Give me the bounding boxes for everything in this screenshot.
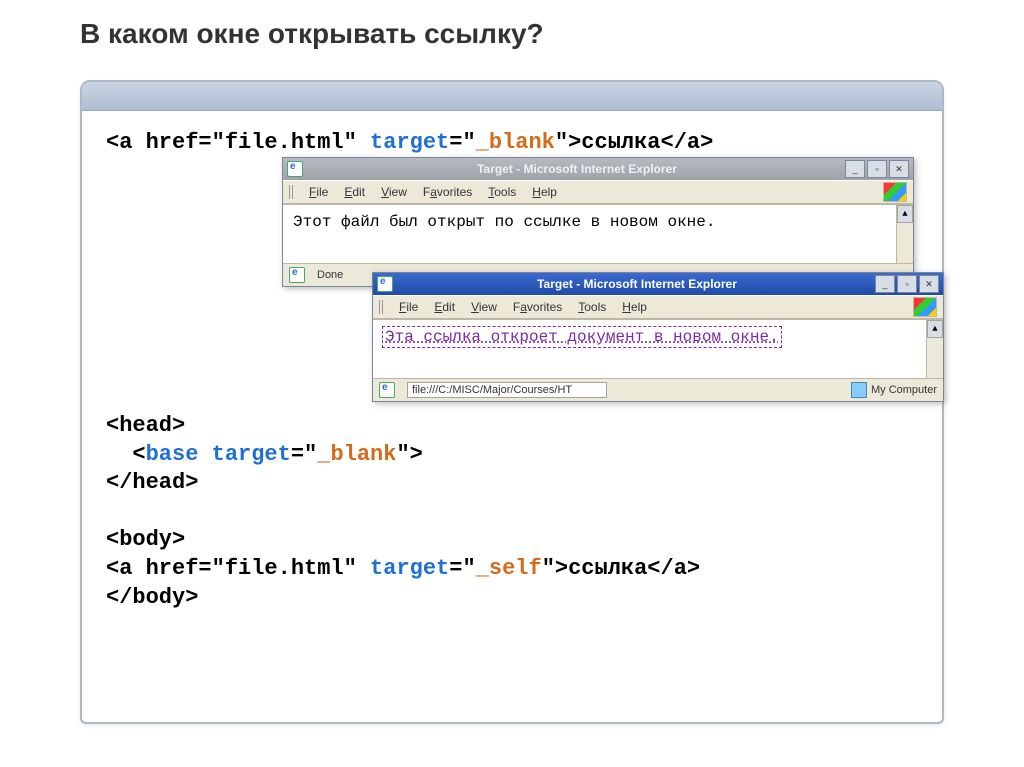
ie2-statusbar: file:///C:/MISC/Major/Courses/HT My Comp… — [373, 378, 943, 401]
close-button[interactable]: ✕ — [919, 275, 939, 293]
ie2-status-zone: My Computer — [871, 384, 937, 396]
scroll-up-icon[interactable]: ▲ — [897, 205, 913, 223]
ie-app-icon — [287, 161, 303, 177]
windows-logo-icon — [913, 297, 937, 317]
minimize-button[interactable]: _ — [845, 160, 865, 178]
ie1-menubar: File Edit View Favorites Tools Help — [283, 180, 913, 204]
ie1-content: Этот файл был открыт по ссылке в новом о… — [283, 204, 913, 263]
toolbar-grip-icon — [379, 300, 385, 314]
ie1-body-text: Этот файл был открыт по ссылке в новом о… — [293, 213, 715, 231]
menu-edit[interactable]: Edit — [428, 300, 461, 314]
scrollbar[interactable]: ▲ — [926, 320, 943, 378]
menu-file[interactable]: File — [393, 300, 424, 314]
code-block-2: <head> <base target="_blank"> </head> <b… — [106, 412, 700, 612]
scrollbar[interactable]: ▲ — [896, 205, 913, 263]
menu-view[interactable]: View — [465, 300, 503, 314]
menu-favorites[interactable]: Favorites — [507, 300, 568, 314]
windows-logo-icon — [883, 182, 907, 202]
panel-titlebar — [82, 82, 942, 111]
ie-app-icon — [289, 267, 305, 283]
ie2-titlebar[interactable]: Target - Microsoft Internet Explorer _ ▫… — [373, 273, 943, 295]
ie2-body-link[interactable]: Эта ссылка откроет документ в новом окне… — [383, 327, 781, 347]
ie-app-icon — [377, 276, 393, 292]
menu-tools[interactable]: Tools — [482, 185, 522, 199]
menu-file[interactable]: File — [303, 185, 334, 199]
ie1-status-text: Done — [317, 269, 343, 281]
ie2-title: Target - Microsoft Internet Explorer — [399, 277, 875, 291]
minimize-button[interactable]: _ — [875, 275, 895, 293]
ie1-titlebar[interactable]: Target - Microsoft Internet Explorer _ ▫… — [283, 158, 913, 180]
ie2-menubar: File Edit View Favorites Tools Help — [373, 295, 943, 319]
maximize-button[interactable]: ▫ — [867, 160, 887, 178]
menu-favorites[interactable]: Favorites — [417, 185, 478, 199]
ie-window-2: Target - Microsoft Internet Explorer _ ▫… — [372, 272, 944, 402]
scroll-up-icon[interactable]: ▲ — [927, 320, 943, 338]
ie-app-icon — [379, 382, 395, 398]
menu-help[interactable]: Help — [526, 185, 563, 199]
menu-edit[interactable]: Edit — [338, 185, 371, 199]
ie2-content: Эта ссылка откроет документ в новом окне… — [373, 319, 943, 378]
menu-view[interactable]: View — [375, 185, 413, 199]
ie-window-1: Target - Microsoft Internet Explorer _ ▫… — [282, 157, 914, 287]
slide-title: В каком окне открывать ссылку? — [0, 0, 1024, 62]
menu-tools[interactable]: Tools — [572, 300, 612, 314]
ie1-title: Target - Microsoft Internet Explorer — [309, 162, 845, 176]
maximize-button[interactable]: ▫ — [897, 275, 917, 293]
address-field[interactable]: file:///C:/MISC/Major/Courses/HT — [407, 382, 607, 398]
main-panel: <a href="file.html" target="_blank">ссыл… — [80, 80, 944, 724]
menu-help[interactable]: Help — [616, 300, 653, 314]
close-button[interactable]: ✕ — [889, 160, 909, 178]
toolbar-grip-icon — [289, 185, 295, 199]
my-computer-icon — [851, 382, 867, 398]
code-line-1: <a href="file.html" target="_blank">ссыл… — [106, 129, 918, 158]
